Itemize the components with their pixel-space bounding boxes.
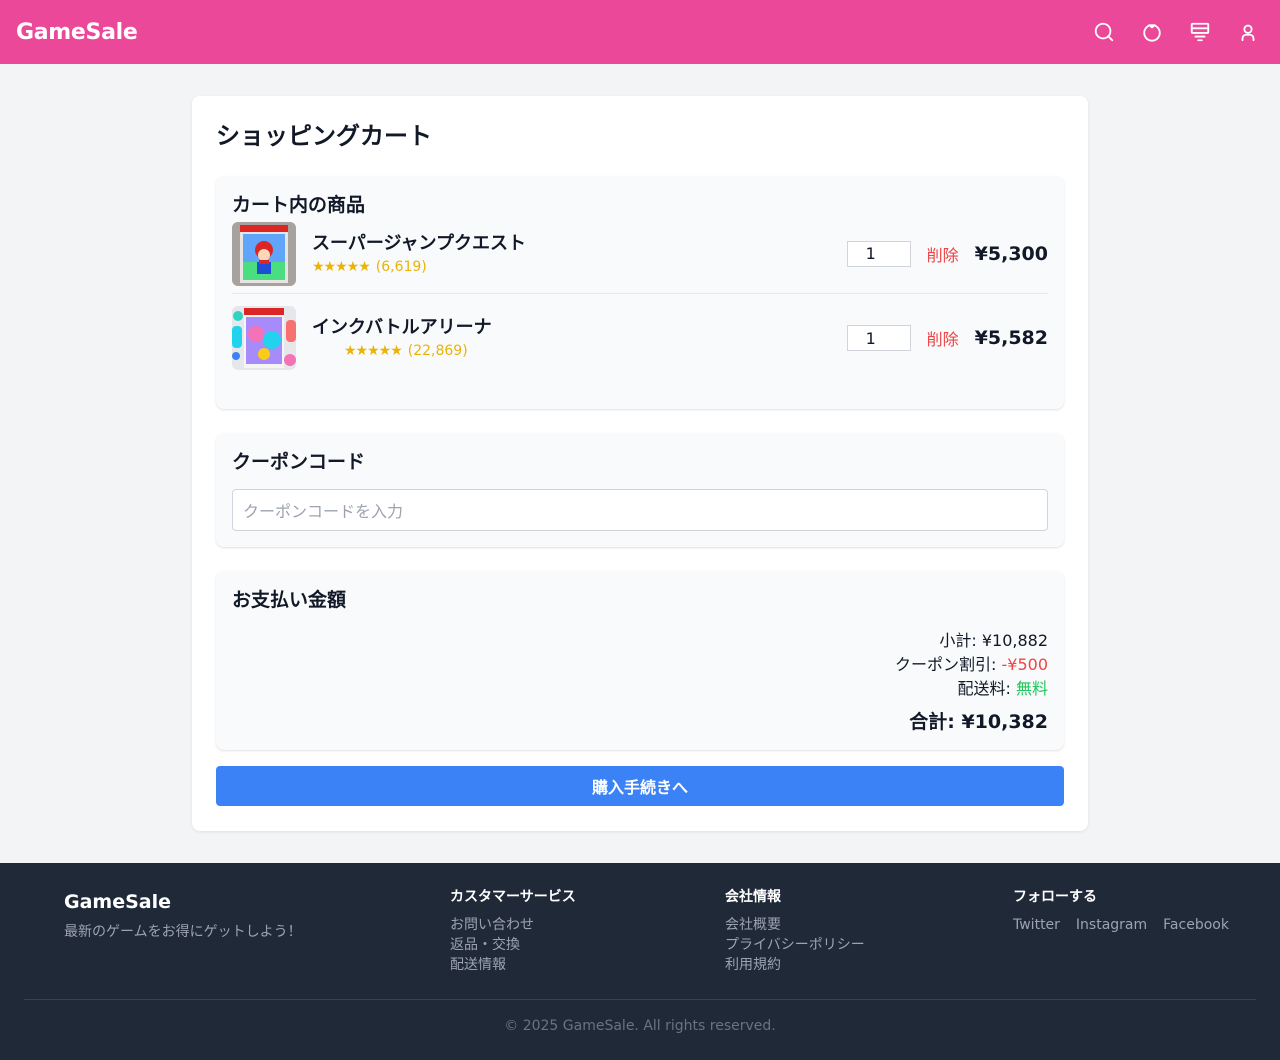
footer-company: 会社情報 会社概要 プライバシーポリシー 利用規約 (725, 887, 865, 975)
footer-brand: GameSale 最新のゲームをお得にゲットしよう！ (64, 887, 302, 942)
footer-column-title: フォローする (1013, 889, 1097, 905)
page-title: ショッピングカート (216, 122, 432, 150)
cart-items-title: カート内の商品 (232, 194, 366, 216)
circle-icon[interactable] (1140, 20, 1164, 44)
search-icon[interactable] (1092, 20, 1116, 44)
subtotal-label: 小計: (939, 631, 982, 650)
total-value: ¥10,382 (961, 711, 1048, 733)
product-name[interactable]: スーパージャンプクエスト (312, 231, 847, 257)
shipping-value: 無料 (1015, 679, 1048, 698)
user-icon[interactable] (1236, 20, 1260, 44)
twitter-link[interactable]: Twitter (1013, 915, 1060, 935)
product-price: ¥5,300 (974, 242, 1048, 265)
review-count: (22,869) (407, 343, 468, 359)
total-row: 合計: ¥10,382 (232, 709, 1048, 735)
instagram-link[interactable]: Instagram (1076, 915, 1147, 935)
payment-section: お支払い金額 小計: ¥10,882 クーポン割引: -¥500 配送料: 無料… (216, 571, 1064, 750)
coupon-section: クーポンコード クーポンコードを入力 (216, 433, 1064, 547)
footer-link-shipping[interactable]: 配送情報 (450, 955, 576, 975)
product-info: スーパージャンプクエスト ★★★★★ (6,619) (312, 231, 847, 277)
footer-link-terms[interactable]: 利用規約 (725, 955, 865, 975)
facebook-link[interactable]: Facebook (1163, 915, 1229, 935)
product-rating: ★★★★★ (6,619) (312, 257, 847, 277)
delete-button[interactable]: 削除 (927, 242, 959, 266)
footer-tagline: 最新のゲームをお得にゲットしよう！ (64, 924, 302, 940)
site-footer: GameSale 最新のゲームをお得にゲットしよう！ カスタマーサービス お問い… (0, 863, 1280, 1060)
product-info: インクバトルアリーナ ★★★★★ (22,869) (312, 315, 847, 361)
footer-column-title: 会社情報 (725, 889, 781, 905)
payment-title: お支払い金額 (232, 589, 347, 611)
footer-customer-service: カスタマーサービス お問い合わせ 返品・交換 配送情報 (450, 887, 576, 975)
product-price: ¥5,582 (974, 327, 1048, 349)
main-content: ショッピングカート カート内の商品 スーパージャンプクエスト ★★★★★ (6,… (0, 64, 1280, 831)
site-logo[interactable]: GameSale (16, 20, 138, 45)
total-label: 合計: (909, 711, 962, 733)
footer-logo: GameSale (64, 891, 172, 913)
cart-items-section: カート内の商品 スーパージャンプクエスト ★★★★★ (6,619) 1 削除 … (216, 176, 1064, 409)
subtotal-value: ¥10,882 (981, 631, 1048, 650)
star-icons: ★★★★★ (312, 258, 371, 275)
payment-summary: 小計: ¥10,882 クーポン割引: -¥500 配送料: 無料 合計: ¥1… (232, 629, 1048, 735)
product-name[interactable]: インクバトルアリーナ (312, 315, 847, 341)
quantity-input[interactable]: 1 (846, 240, 911, 267)
product-thumbnail[interactable] (232, 306, 296, 370)
cart-icon[interactable] (1188, 20, 1212, 44)
coupon-input[interactable]: クーポンコードを入力 (232, 489, 1048, 531)
footer-link-contact[interactable]: お問い合わせ (450, 915, 576, 935)
product-rating: ★★★★★ (22,869) (312, 341, 847, 361)
footer-follow: フォローする Twitter Instagram Facebook (1013, 887, 1229, 935)
discount-label: クーポン割引: (895, 655, 1002, 674)
discount-row: クーポン割引: -¥500 (232, 653, 1048, 677)
cart-card: ショッピングカート カート内の商品 スーパージャンプクエスト ★★★★★ (6,… (192, 96, 1088, 831)
footer-divider (24, 999, 1256, 1000)
product-thumbnail[interactable] (232, 221, 296, 286)
footer-link-privacy[interactable]: プライバシーポリシー (725, 935, 865, 955)
footer-column-title: カスタマーサービス (450, 889, 576, 905)
star-icons: ★★★★★ (344, 343, 403, 359)
shipping-label: 配送料: (957, 679, 1016, 698)
subtotal-row: 小計: ¥10,882 (232, 629, 1048, 653)
coupon-title: クーポンコード (232, 451, 366, 473)
review-count: (6,619) (375, 258, 427, 275)
footer-link-returns[interactable]: 返品・交換 (450, 935, 576, 955)
header-icon-group (1092, 20, 1264, 44)
shipping-row: 配送料: 無料 (232, 677, 1049, 701)
discount-value: -¥500 (1001, 655, 1049, 674)
social-links: Twitter Instagram Facebook (1013, 915, 1229, 935)
cart-item: インクバトルアリーナ ★★★★★ (22,869) 1 削除 ¥5,582 (232, 302, 1048, 374)
quantity-input[interactable]: 1 (846, 325, 911, 351)
checkout-button[interactable]: 購入手続きへ (216, 766, 1064, 806)
footer-columns: GameSale 最新のゲームをお得にゲットしよう！ カスタマーサービス お問い… (0, 863, 1280, 999)
copyright-text: © 2025 GameSale. All rights reserved. (504, 1018, 776, 1034)
footer-link-about[interactable]: 会社概要 (725, 915, 865, 935)
top-navbar: GameSale (0, 0, 1280, 64)
delete-button[interactable]: 削除 (927, 326, 959, 350)
cart-item: スーパージャンプクエスト ★★★★★ (6,619) 1 削除 ¥5,300 (232, 221, 1048, 294)
